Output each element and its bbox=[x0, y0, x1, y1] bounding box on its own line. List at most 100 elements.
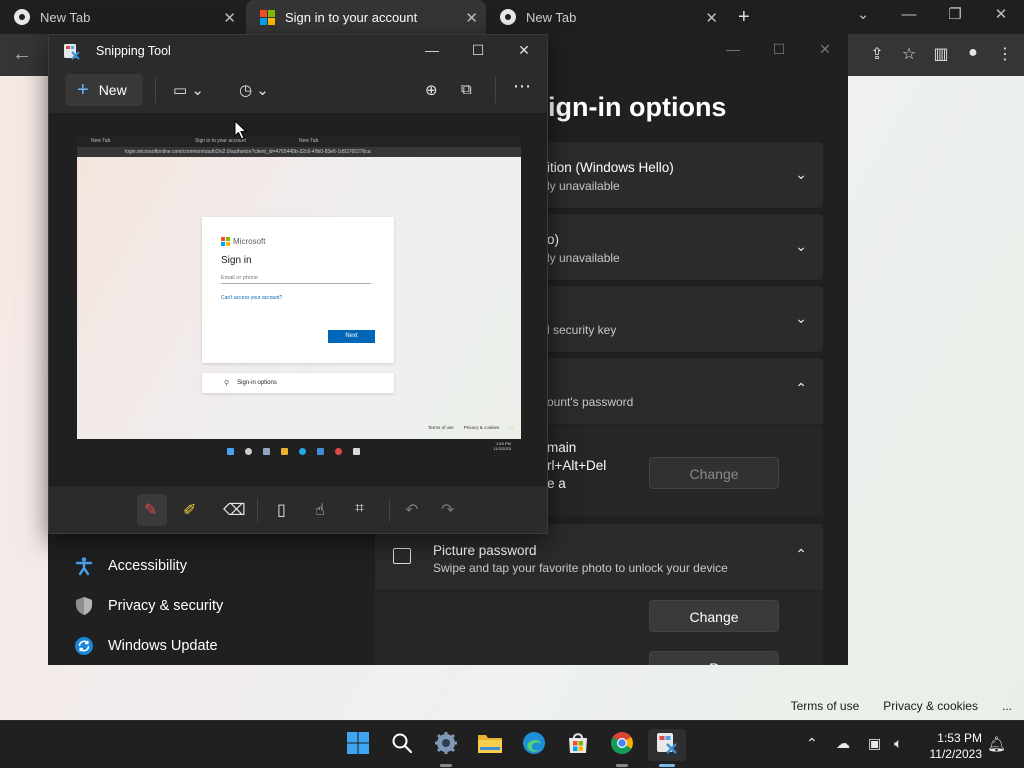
ruler-icon[interactable]: ▯ bbox=[277, 500, 286, 520]
settings-window-controls: — ☐ ✕ bbox=[710, 34, 848, 64]
markup-divider bbox=[257, 498, 258, 522]
captured-tabstrip: New Tab Sign in to your account New Tab bbox=[77, 135, 521, 147]
browser-tab-2[interactable]: Sign in to your account ✕ bbox=[246, 0, 486, 34]
settings-gear-icon bbox=[434, 731, 458, 760]
chrome-icon bbox=[14, 9, 30, 25]
close-tab-icon[interactable]: ✕ bbox=[223, 9, 236, 27]
new-tab-plus-icon[interactable]: + bbox=[738, 6, 750, 29]
back-arrow-icon[interactable]: ← bbox=[12, 43, 32, 66]
snipping-tool-titlebar[interactable]: Snipping Tool — ☐ ✕ bbox=[49, 35, 547, 67]
crop-icon[interactable]: ⌗ bbox=[355, 500, 364, 518]
minimize-icon[interactable]: — bbox=[886, 0, 932, 34]
change-picture-password-button[interactable]: Change bbox=[649, 600, 779, 632]
change-password-button[interactable]: Change bbox=[649, 457, 779, 489]
redo-icon[interactable]: ↷ bbox=[441, 500, 454, 520]
close-icon[interactable]: ✕ bbox=[802, 34, 848, 64]
taskbar-file-explorer[interactable] bbox=[474, 729, 506, 761]
zoom-icon[interactable]: ⊕ bbox=[425, 81, 438, 99]
microsoft-icon bbox=[260, 9, 275, 25]
snip-mode-rectangle-icon[interactable]: ▭ ⌄ bbox=[173, 81, 204, 99]
taskbar-settings-app[interactable] bbox=[430, 729, 462, 767]
more-options-icon[interactable]: ⋯ bbox=[513, 76, 531, 97]
windows-start-icon bbox=[346, 731, 370, 760]
windows-update-icon bbox=[74, 636, 94, 656]
browser-window-controls: ⌄ — ❐ ✕ bbox=[840, 0, 1024, 34]
taskbar-clock[interactable]: 1:53 PM 11/2/2023 bbox=[930, 730, 983, 762]
snipping-tool-toolbar: + New ▭ ⌄ ◷ ⌄ ⊕ ⧉ ⋯ bbox=[49, 67, 547, 113]
taskbar-snipping-tool[interactable] bbox=[648, 729, 686, 767]
bookmark-star-icon[interactable]: ☆ bbox=[900, 44, 918, 64]
edge-icon bbox=[522, 731, 546, 760]
restore-icon[interactable]: ❐ bbox=[932, 0, 978, 34]
chevron-up-icon: ⌃ bbox=[795, 380, 807, 396]
chevron-up-icon: ⌃ bbox=[795, 546, 807, 562]
close-tab-icon[interactable]: ✕ bbox=[705, 9, 718, 27]
key-icon: ⚲ bbox=[224, 380, 230, 387]
picture-password-icon bbox=[393, 548, 411, 564]
snipping-tool-window: Snipping Tool — ☐ ✕ + New ▭ ⌄ ◷ ⌄ ⊕ ⧉ ⋯ … bbox=[48, 34, 548, 534]
copy-icon[interactable]: ⧉ bbox=[461, 81, 472, 98]
show-hidden-icons-chevron-icon[interactable]: ⌃ bbox=[806, 735, 818, 752]
snip-delay-clock-icon[interactable]: ◷ ⌄ bbox=[239, 81, 269, 99]
undo-icon[interactable]: ↶ bbox=[405, 500, 418, 520]
browser-toolbar-actions: ⇪ ☆ ▥ ● ⋮ bbox=[868, 44, 1014, 64]
captured-email-field: Email or phone bbox=[221, 275, 371, 284]
touch-writing-icon[interactable]: ☝ bbox=[315, 500, 325, 520]
captured-clock: 1:53 PM 11/2/2023 bbox=[494, 441, 512, 451]
close-icon[interactable]: ✕ bbox=[501, 35, 547, 65]
picture-password-card-body: Change R bbox=[375, 591, 823, 665]
card-title: ition (Windows Hello) bbox=[547, 160, 674, 175]
eraser-icon[interactable]: ⌫ bbox=[223, 500, 246, 520]
captured-signin-card: Microsoft Sign in Email or phone Can't a… bbox=[202, 217, 394, 363]
volume-icon[interactable]: 🔈︎ bbox=[894, 735, 902, 752]
snipping-tool-app-icon bbox=[63, 43, 80, 60]
sidebar-item-accessibility[interactable]: Accessibility bbox=[74, 556, 187, 576]
remove-picture-password-button[interactable]: R bbox=[649, 651, 779, 665]
minimize-icon[interactable]: — bbox=[710, 34, 756, 64]
minimize-icon[interactable]: — bbox=[409, 35, 455, 65]
chrome-icon bbox=[610, 731, 634, 760]
tab-label: New Tab bbox=[40, 9, 91, 25]
browser-tab-1[interactable]: New Tab ✕ bbox=[0, 0, 244, 34]
captured-edge-icon bbox=[299, 448, 306, 455]
terms-link[interactable]: Terms of use bbox=[791, 699, 860, 713]
side-panel-icon[interactable]: ▥ bbox=[932, 44, 950, 64]
new-button-label: New bbox=[98, 82, 127, 98]
taskbar-store[interactable] bbox=[562, 729, 594, 761]
browser-tab-3[interactable]: New Tab ✕ bbox=[486, 0, 726, 34]
maximize-icon[interactable]: ☐ bbox=[455, 35, 501, 65]
sidebar-item-windows-update[interactable]: Windows Update bbox=[74, 636, 218, 656]
onedrive-icon[interactable]: ☁ bbox=[836, 735, 850, 752]
search-button[interactable] bbox=[386, 729, 418, 761]
card-title: Picture password bbox=[433, 543, 537, 558]
captured-signin-options-label: Sign-in options bbox=[237, 380, 277, 386]
shield-icon bbox=[74, 596, 94, 616]
taskbar-edge[interactable] bbox=[518, 729, 550, 761]
start-button[interactable] bbox=[342, 729, 374, 761]
ballpoint-pen-icon[interactable]: ✎ bbox=[144, 500, 157, 520]
page-footer: Terms of use Privacy & cookies ... bbox=[791, 699, 1012, 713]
close-icon[interactable]: ✕ bbox=[978, 0, 1024, 34]
window-title: Snipping Tool bbox=[96, 44, 171, 58]
new-snip-button[interactable]: + New bbox=[65, 74, 143, 106]
highlighter-icon[interactable]: ✐ bbox=[183, 500, 196, 520]
captured-snipping-icon bbox=[353, 448, 360, 455]
card-subtitle: Swipe and tap your favorite photo to unl… bbox=[433, 561, 728, 575]
accessibility-icon bbox=[74, 556, 94, 576]
share-icon[interactable]: ⇪ bbox=[868, 44, 886, 64]
captured-signin-options: ⚲ Sign-in options bbox=[202, 373, 394, 393]
close-tab-icon[interactable]: ✕ bbox=[465, 9, 478, 27]
notification-bell-icon[interactable]: 🔔︎ bbox=[987, 735, 1006, 753]
sidebar-item-privacy-security[interactable]: Privacy & security bbox=[74, 596, 223, 616]
menu-dots-icon[interactable]: ⋮ bbox=[996, 44, 1014, 64]
profile-icon[interactable]: ● bbox=[964, 44, 982, 64]
maximize-icon[interactable]: ☐ bbox=[756, 34, 802, 64]
snip-canvas: New Tab Sign in to your account New Tab … bbox=[49, 113, 547, 485]
tab-search-chevron-icon[interactable]: ⌄ bbox=[840, 0, 886, 34]
toolbar-divider bbox=[155, 77, 156, 103]
privacy-link[interactable]: Privacy & cookies bbox=[883, 699, 978, 713]
captured-start-icon bbox=[227, 448, 234, 455]
more-options-link[interactable]: ... bbox=[1002, 699, 1012, 713]
network-icon[interactable]: ▣ bbox=[868, 735, 881, 752]
taskbar-chrome[interactable] bbox=[606, 729, 638, 767]
